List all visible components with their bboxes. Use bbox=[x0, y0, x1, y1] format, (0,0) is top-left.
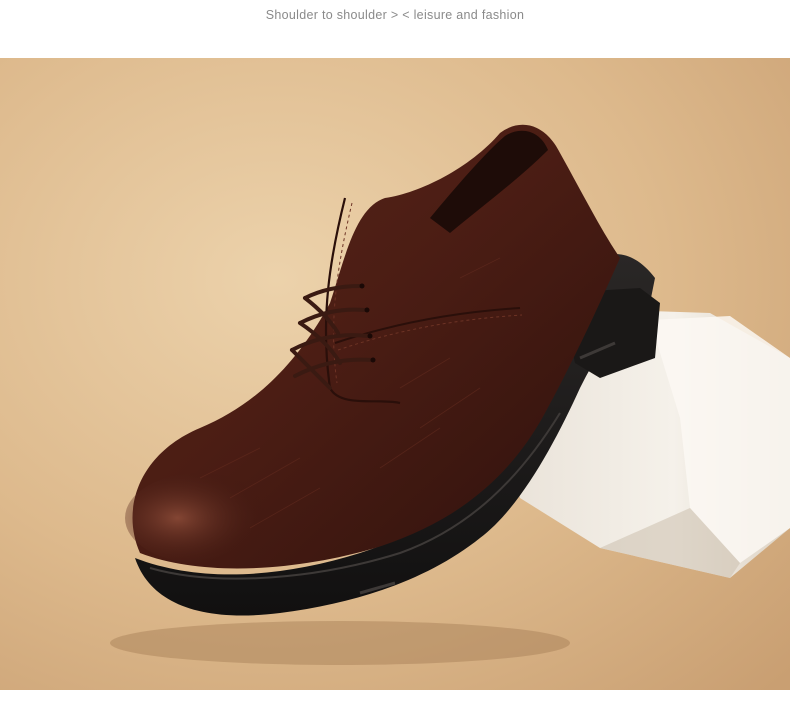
footer-strip bbox=[0, 690, 790, 706]
product-photo bbox=[0, 58, 790, 690]
page-title: Shoulder to shoulder > < leisure and fas… bbox=[265, 8, 525, 22]
page-header: Shoulder to shoulder > < leisure and fas… bbox=[0, 0, 790, 58]
